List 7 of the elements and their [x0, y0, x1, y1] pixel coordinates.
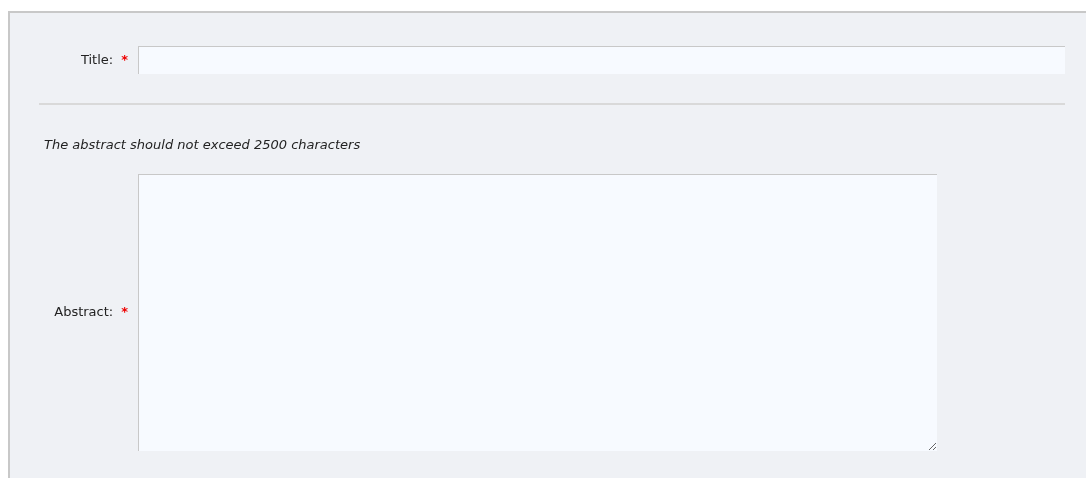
required-mark: * — [121, 303, 128, 322]
abstract-note: The abstract should not exceed 2500 characters — [44, 136, 362, 154]
field-label: Abstract: — [54, 303, 114, 322]
abstract-textarea[interactable] — [138, 173, 937, 451]
required-mark: * — [121, 51, 128, 70]
field-label: Title: — [80, 51, 114, 70]
title-input[interactable] — [138, 46, 1065, 74]
